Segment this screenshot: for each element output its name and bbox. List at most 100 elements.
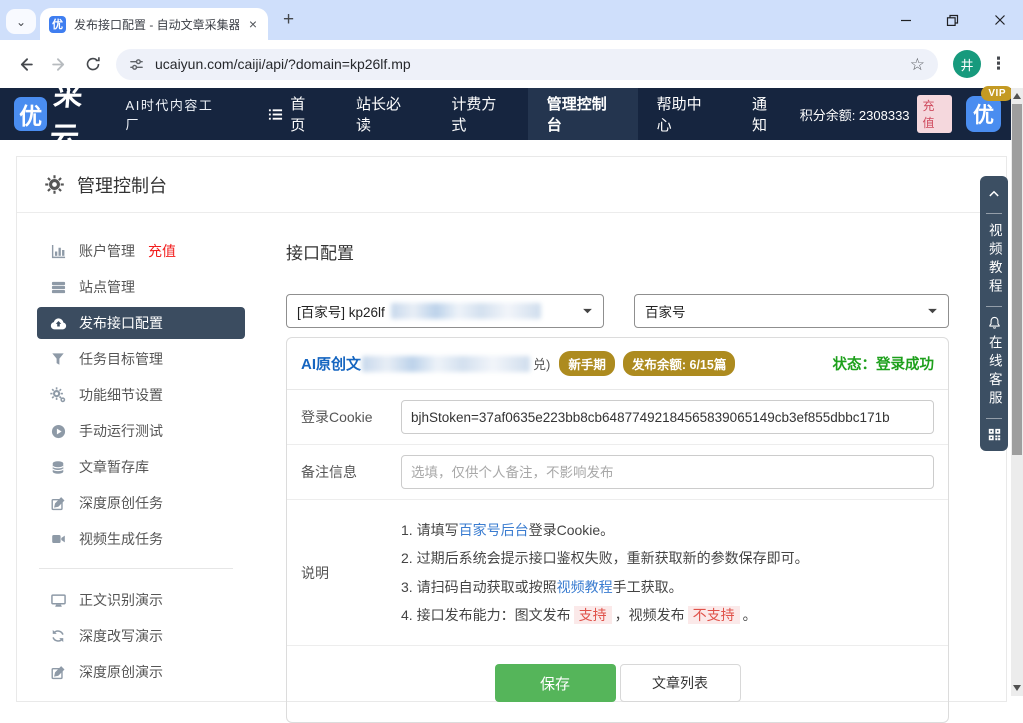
console-header: 管理控制台 [17, 157, 1006, 213]
brand-logo-icon[interactable]: 优 [14, 97, 47, 131]
sidebar-item[interactable]: 任务目标管理 [37, 343, 245, 375]
edit-icon [49, 665, 67, 680]
sidebar-item-label: 深度改写演示 [79, 626, 163, 646]
nav-item-label: 通知 [752, 93, 781, 135]
cookie-input[interactable] [401, 400, 934, 434]
sidebar-item-label: 功能细节设置 [79, 385, 163, 405]
sidebar-item[interactable]: 正文识别演示 [37, 584, 245, 616]
note-input[interactable] [401, 455, 934, 489]
sidebar-item[interactable]: 深度原创任务 [37, 487, 245, 519]
scrollbar-up-icon[interactable] [1013, 93, 1021, 99]
chevron-down-icon [927, 308, 938, 315]
instruction-line: 3. 请扫码自动获取或按照视频教程手工获取。 [401, 577, 934, 597]
sidebar-item-label: 站点管理 [79, 277, 135, 297]
main-panel: 接口配置 [百家号] kp26lf 百家号 AI原创文 兑) 新手期发布余额: [286, 235, 1006, 723]
video-tutorial-link[interactable]: 视频教程 [987, 223, 1001, 297]
sidebar-item[interactable]: 账户管理充值 [37, 235, 245, 267]
panel-divider [986, 213, 1002, 214]
save-button[interactable]: 保存 [495, 664, 616, 702]
sidebar-item[interactable]: 站点管理 [37, 271, 245, 303]
account-select[interactable]: [百家号] kp26lf [286, 294, 604, 328]
instruction-text: 3. 请扫码自动获取或按照 [401, 579, 557, 595]
config-card-header: AI原创文 兑) 新手期发布余额: 6/15篇 状态：登录成功 [287, 338, 948, 390]
url-text: ucaiyun.com/caiji/api/?domain=kp26lf.mp [155, 56, 899, 72]
inline-link[interactable]: 视频教程 [557, 579, 613, 595]
browser-toolbar: ucaiyun.com/caiji/api/?domain=kp26lf.mp … [0, 40, 1023, 88]
instruction-text: 。 [743, 607, 757, 623]
browser-profile-avatar[interactable]: 井 [953, 50, 981, 78]
bell-icon [988, 316, 1001, 329]
instruction-text: 1. 请填写 [401, 522, 459, 538]
cookie-label: 登录Cookie [301, 407, 401, 427]
nav-item-3[interactable]: 计费方式 [432, 88, 527, 140]
article-list-button[interactable]: 文章列表 [620, 664, 741, 702]
sidebar-recharge-badge[interactable]: 充值 [148, 241, 176, 261]
online-service-link[interactable]: 在线客服 [987, 335, 1001, 409]
instructions-row: 说明 1. 请填写百家号后台登录Cookie。2. 过期后系统会提示接口鉴权失败… [287, 500, 948, 646]
instruction-text: 手工获取。 [613, 579, 683, 595]
tab-search-button[interactable]: ⌄ [6, 9, 36, 34]
scrollbar-down-icon[interactable] [1013, 685, 1021, 691]
sidebar-item[interactable]: 功能细节设置 [37, 379, 245, 411]
badges-group: 新手期发布余额: 6/15篇 [559, 351, 735, 376]
restore-button[interactable] [929, 0, 976, 40]
chevron-up-icon[interactable] [987, 188, 1001, 198]
bookmark-star-icon[interactable]: ☆ [910, 56, 925, 73]
scrollbar-thumb[interactable] [1012, 104, 1022, 455]
qr-code-icon[interactable] [988, 428, 1001, 441]
note-label: 备注信息 [301, 462, 401, 482]
new-tab-button[interactable]: + [283, 9, 294, 31]
account-name: AI原创文 [301, 353, 361, 374]
brand-logo-text[interactable]: 采云 [48, 72, 116, 156]
nav-item-6[interactable]: 通知 [733, 88, 800, 140]
section-title: 接口配置 [286, 239, 949, 264]
database-icon [49, 460, 67, 475]
user-avatar[interactable]: 优 VIP [966, 96, 1001, 132]
recharge-badge[interactable]: 充值 [917, 95, 952, 133]
chart-icon [49, 244, 67, 259]
chevron-down-icon: ⌄ [16, 15, 26, 29]
sidebar-item-label: 发布接口配置 [79, 313, 163, 333]
sidebar-item[interactable]: 手动运行测试 [37, 415, 245, 447]
nav-item-label: 计费方式 [451, 93, 508, 135]
browser-tab[interactable]: 优 发布接口配置 - 自动文章采集器 × [40, 8, 268, 40]
sidebar-item-label: 手动运行测试 [79, 421, 163, 441]
page-scrollbar[interactable] [1011, 88, 1023, 696]
gold-badge: 发布余额: 6/15篇 [623, 351, 735, 376]
window-controls [882, 0, 1023, 40]
nav-item-label: 站长必读 [356, 93, 413, 135]
platform-select[interactable]: 百家号 [634, 294, 949, 328]
interface-config-card: AI原创文 兑) 新手期发布余额: 6/15篇 状态：登录成功 登录Cookie… [286, 337, 949, 723]
sidebar-item-label: 文章暂存库 [79, 457, 149, 477]
sidebar-item[interactable]: 发布接口配置 [37, 307, 245, 339]
censored-text [362, 356, 530, 372]
credits-balance: 积分余额: 2308333 [800, 105, 910, 124]
capability-tag: 支持 [574, 606, 612, 624]
monitor-icon [49, 593, 67, 608]
chevron-down-icon [582, 308, 593, 315]
instructions-label: 说明 [301, 563, 401, 583]
sidebar-item[interactable]: 文章暂存库 [37, 451, 245, 483]
sidebar-item[interactable]: 深度原创演示 [37, 656, 245, 688]
nav-item-2[interactable]: 站长必读 [337, 88, 432, 140]
browser-menu-icon[interactable]: ⋮ [990, 54, 1007, 74]
panel-divider [986, 306, 1002, 307]
restore-icon [946, 14, 959, 27]
back-icon [17, 56, 34, 73]
forward-icon [51, 56, 68, 73]
back-button[interactable] [8, 47, 42, 81]
close-button[interactable] [976, 0, 1023, 40]
sidebar-item-label: 视频生成任务 [79, 529, 163, 549]
tab-close-icon[interactable]: × [247, 17, 259, 31]
cloud-upload-icon [49, 315, 67, 332]
sidebar-item[interactable]: 视频生成任务 [37, 523, 245, 555]
url-bar[interactable]: ucaiyun.com/caiji/api/?domain=kp26lf.mp … [116, 49, 938, 80]
minimize-button[interactable] [882, 0, 929, 40]
sidebar-item[interactable]: 深度改写演示 [37, 620, 245, 652]
instruction-text: ，视频发布 [615, 607, 685, 623]
nav-item-5[interactable]: 帮助中心 [638, 88, 733, 140]
inline-link[interactable]: 百家号后台 [459, 522, 529, 538]
nav-item-4[interactable]: 管理控制台 [528, 88, 638, 140]
instructions-list: 1. 请填写百家号后台登录Cookie。2. 过期后系统会提示接口鉴权失败，重新… [401, 510, 934, 635]
nav-item-1[interactable]: 首页 [249, 88, 337, 140]
